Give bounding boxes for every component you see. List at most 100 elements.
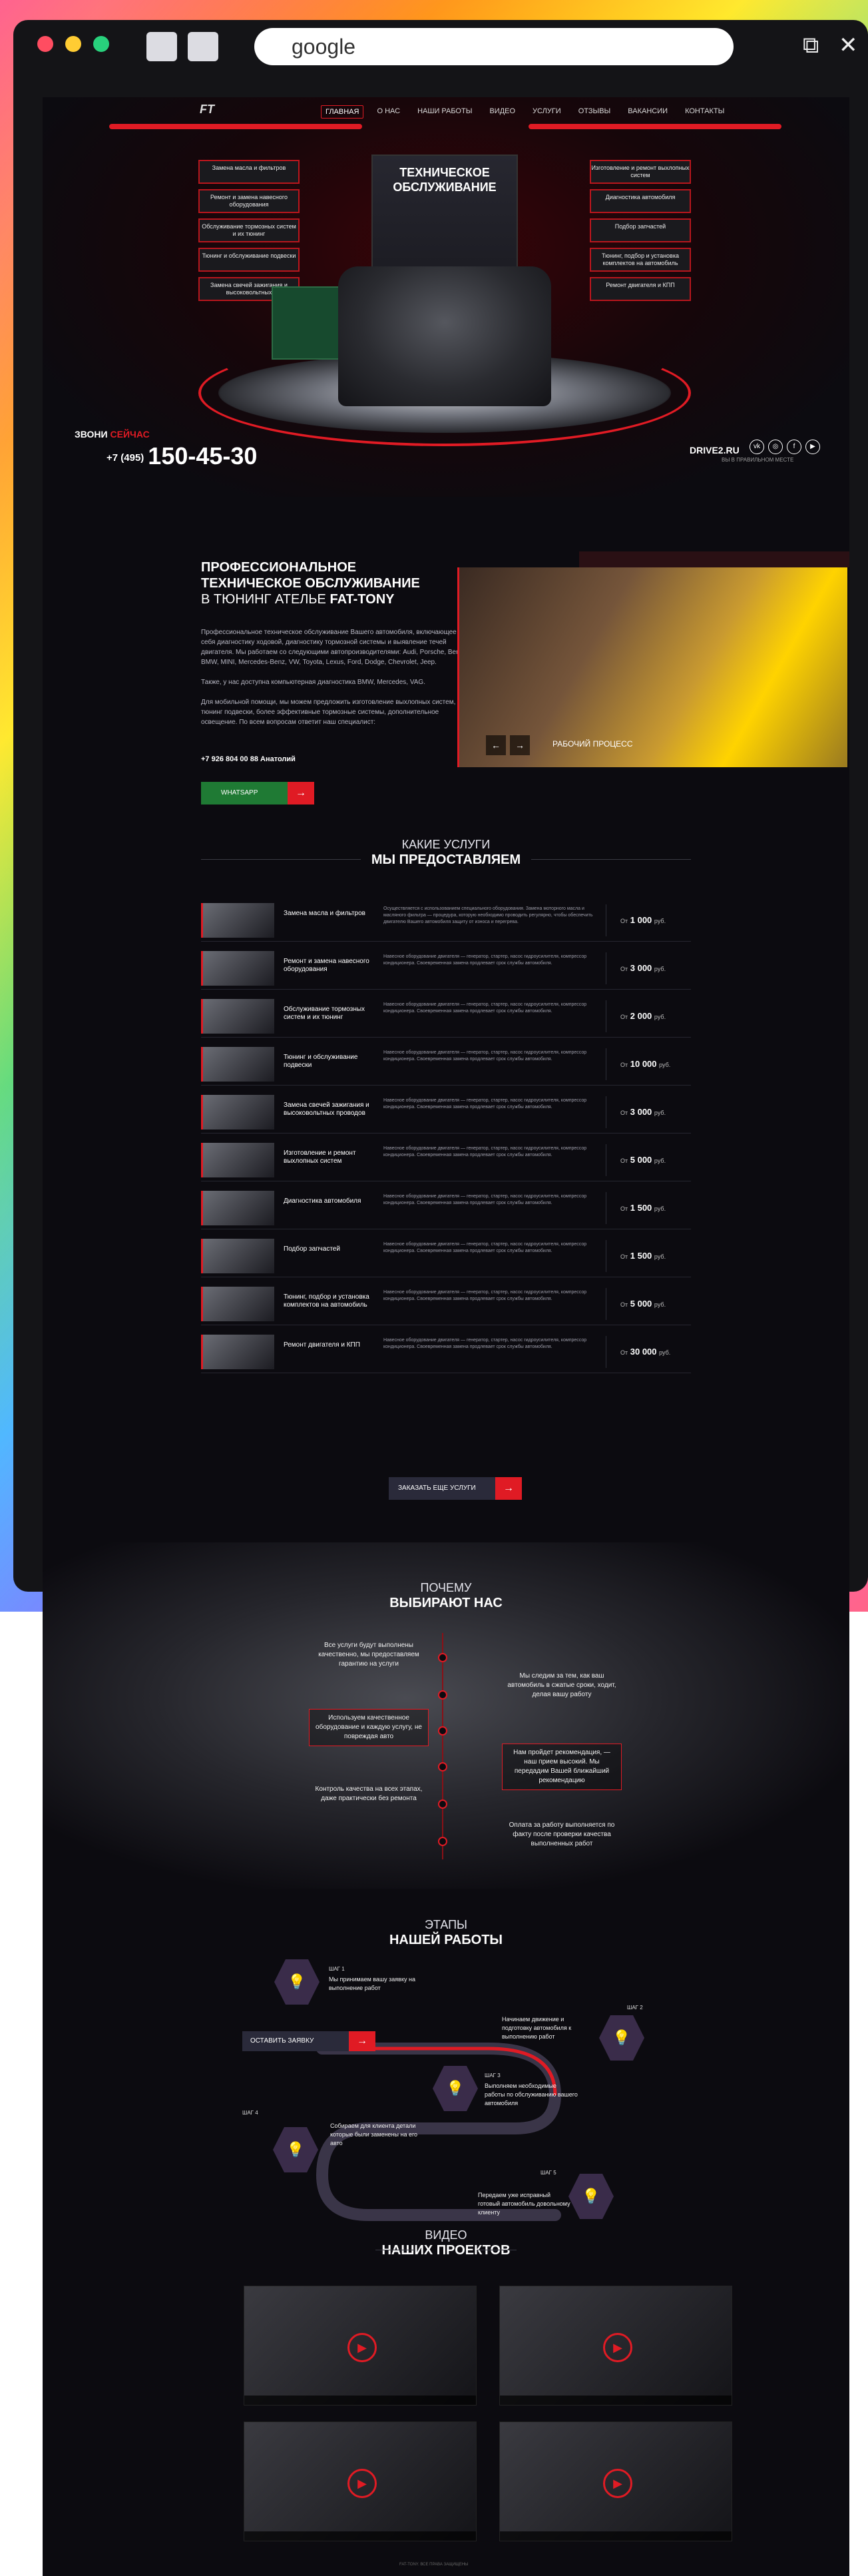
divider (201, 859, 361, 860)
service-name: Обслуживание тормозных систем и их тюнин… (284, 1006, 365, 1021)
tab-icon[interactable] (146, 32, 177, 61)
main-nav: ГЛАВНАЯ О НАС НАШИ РАБОТЫ ВИДЕО УСЛУГИ О… (321, 105, 728, 119)
why-item: Нам пройдет рекомендация, — наш прием вы… (502, 1744, 622, 1790)
arrow-right-icon[interactable]: → (349, 2031, 375, 2051)
service-row[interactable]: Ремонт двигателя и КПП Навесное оборудова… (201, 1331, 691, 1373)
call-now-label: ЗВОНИ СЕЙЧАС (75, 429, 150, 440)
hero-service-tag[interactable]: Тюнинг, подбор и установка комплектов на… (590, 248, 691, 272)
order-more-button[interactable]: ЗАКАЗАТЬ ЕЩЕ УСЛУГИ (389, 1477, 495, 1500)
service-row[interactable]: Ремонт и замена навесного оборудования На… (201, 947, 691, 990)
service-description: Навесное оборудование двигателя — генера… (383, 1050, 587, 1062)
service-row[interactable]: Обслуживание тормозных систем и их тюнин… (201, 995, 691, 1038)
drive2-link[interactable]: DRIVE2.RU (690, 445, 740, 456)
service-name: Тюнинг, подбор и установка комплектов на… (284, 1293, 369, 1309)
service-row[interactable]: Изготовление и ремонт выхлопных систем На… (201, 1139, 691, 1181)
why-title: ВЫБИРАЮТ НАС (389, 1596, 503, 1610)
price-value: 1 000 (630, 915, 652, 925)
nav-item-vacancies[interactable]: ВАКАНСИИ (624, 105, 672, 119)
service-thumbnail (201, 1095, 274, 1129)
vk-icon[interactable]: vk (750, 440, 764, 454)
nav-item-works[interactable]: НАШИ РАБОТЫ (413, 105, 476, 119)
service-thumbnail (201, 1287, 274, 1321)
price-unit: руб. (654, 1253, 666, 1260)
price-prefix: От (620, 1110, 628, 1116)
why-item: Используем качественное оборудование и к… (309, 1709, 429, 1746)
video-thumbnail[interactable]: ▶ (244, 2286, 477, 2406)
address-bar[interactable]: google (254, 28, 734, 65)
price-prefix: От (620, 1205, 628, 1212)
service-thumbnail (201, 1143, 274, 1177)
whatsapp-button[interactable]: WHATSAPP (201, 782, 288, 805)
intro-title-line: ПРОФЕССИОНАЛЬНОЕ (201, 560, 357, 575)
hero-service-tag[interactable]: Ремонт и замена навесного оборудования (198, 189, 300, 213)
hero-service-tag[interactable]: Обслуживание тормозных систем и их тюнин… (198, 218, 300, 242)
service-row[interactable]: Замена свечей зажигания и высоковольтных… (201, 1091, 691, 1133)
service-thumbnail (201, 999, 274, 1034)
minimize-window-button[interactable] (65, 36, 81, 52)
video-thumbnail[interactable]: ▶ (499, 2286, 732, 2406)
play-icon[interactable]: ▶ (603, 2333, 632, 2362)
hero-service-tag[interactable]: Тюнинг и обслуживание подвески (198, 248, 300, 272)
video-thumbnail[interactable]: ▶ (244, 2421, 477, 2541)
play-icon[interactable]: ▶ (347, 2333, 377, 2362)
service-name: Замена свечей зажигания и высоковольтных… (284, 1102, 369, 1117)
tab-icon[interactable] (188, 32, 218, 61)
prev-arrow-icon[interactable]: ← (486, 735, 506, 755)
service-price: От 1 500 руб. (620, 1203, 684, 1213)
restore-icon[interactable]: ⧉ (803, 32, 819, 59)
arrow-right-icon[interactable]: → (495, 1477, 522, 1500)
timeline-node (438, 1690, 447, 1700)
instagram-icon[interactable]: ◎ (768, 440, 783, 454)
close-icon[interactable]: ✕ (839, 32, 858, 59)
step-text: Передаем уже исправный готовый автомобил… (478, 2192, 570, 2216)
service-name: Подбор запчастей (284, 1245, 340, 1253)
stages-title: НАШЕЙ РАБОТЫ (389, 1933, 503, 1947)
work-process-photo: ← → РАБОЧИЙ ПРОЦЕСС (457, 551, 849, 767)
service-description: Навесное оборудование двигателя — генера… (383, 1242, 587, 1253)
leave-request-button[interactable]: ОСТАВИТЬ ЗАЯВКУ (242, 2031, 349, 2051)
hero-service-tag[interactable]: Ремонт двигателя и КПП (590, 277, 691, 301)
nav-item-services[interactable]: УСЛУГИ (529, 105, 565, 119)
close-window-button[interactable] (37, 36, 53, 52)
service-row[interactable]: Тюнинг и обслуживание подвески Навесное о… (201, 1043, 691, 1086)
price-value: 1 500 (630, 1203, 652, 1213)
nav-item-home[interactable]: ГЛАВНАЯ (321, 105, 364, 119)
play-icon[interactable]: ▶ (347, 2469, 377, 2498)
play-icon[interactable]: ▶ (603, 2469, 632, 2498)
arrow-right-icon[interactable]: → (288, 782, 314, 805)
nav-item-reviews[interactable]: ОТЗЫВЫ (574, 105, 615, 119)
video-thumbnail[interactable]: ▶ (499, 2421, 732, 2541)
facebook-icon[interactable]: f (787, 440, 801, 454)
hero-footnote: ВЫ В ПРАВИЛЬНОМ МЕСТЕ (722, 457, 794, 463)
intro-paragraph: Для мобильной помощи, мы можем предложит… (201, 699, 456, 726)
timeline-node (438, 1726, 447, 1736)
next-arrow-icon[interactable]: → (510, 735, 530, 755)
service-row[interactable]: Подбор запчастей Навесное оборудование дв… (201, 1235, 691, 1277)
hero-service-tag[interactable]: Диагностика автомобиля (590, 189, 691, 213)
service-description: Навесное оборудование двигателя — генера… (383, 1002, 587, 1014)
hero-service-tag[interactable]: Изготовление и ремонт выхлопных систем (590, 160, 691, 184)
intro-phone[interactable]: +7 926 804 00 88 Анатолий (201, 755, 296, 763)
service-row[interactable]: Диагностика автомобиля Навесное оборудова… (201, 1187, 691, 1229)
youtube-icon[interactable]: ▶ (805, 440, 820, 454)
call-accent: СЕЙЧАС (110, 429, 150, 440)
hero-service-tag[interactable]: Подбор запчастей (590, 218, 691, 242)
photo-caption: РАБОЧИЙ ПРОЦЕСС (552, 739, 633, 749)
hero-phone[interactable]: +7 (495) 150-45-30 (107, 442, 257, 470)
divider (531, 859, 691, 860)
service-row[interactable]: Замена масла и фильтров Осуществляется с … (201, 899, 691, 942)
video-controls (244, 2396, 476, 2405)
price-prefix: От (620, 966, 628, 972)
service-row[interactable]: Тюнинг, подбор и установка комплектов на… (201, 1283, 691, 1325)
step-text: Начинаем движение и подготовку автомобил… (502, 2016, 572, 2040)
nav-item-contacts[interactable]: КОНТАКТЫ (681, 105, 728, 119)
nav-item-video[interactable]: ВИДЕО (485, 105, 519, 119)
hero-service-tag[interactable]: Замена масла и фильтров (198, 160, 300, 184)
maximize-window-button[interactable] (93, 36, 109, 52)
site-logo[interactable]: FT (200, 103, 249, 121)
price-unit: руб. (654, 1205, 666, 1212)
phone-number: 150-45-30 (148, 442, 258, 470)
nav-item-about[interactable]: О НАС (373, 105, 404, 119)
service-name: Изготовление и ремонт выхлопных систем (284, 1149, 356, 1165)
intro-title-line: ТЕХНИЧЕСКОЕ ОБСЛУЖИВАНИЕ (201, 576, 420, 591)
